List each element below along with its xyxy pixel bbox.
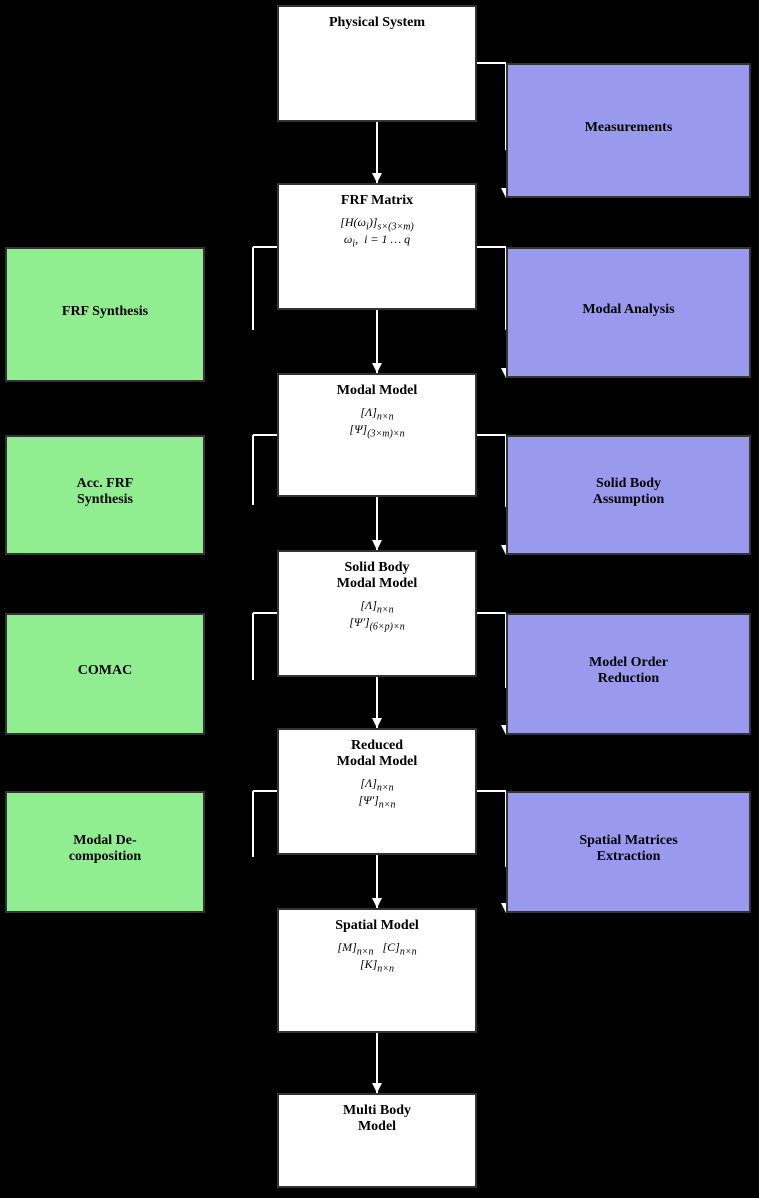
modal-analysis-box: Modal Analysis	[506, 247, 751, 378]
modal-model-box: Modal Model [Λ]n×n [Ψ](3×m)×n	[277, 373, 477, 497]
diagram: Physical System FRF Matrix [H(ωi)]s×(3×m…	[0, 0, 759, 1198]
spatial-model-title: Spatial Model	[289, 918, 465, 934]
spatial-model-formula2: [K]n×n	[289, 957, 465, 974]
frf-matrix-box: FRF Matrix [H(ωi)]s×(3×m) ωi, i = 1 … q	[277, 183, 477, 310]
solid-body-assumption-title: Solid BodyAssumption	[593, 476, 665, 508]
acc-frf-synthesis-title: Acc. FRFSynthesis	[77, 476, 134, 508]
physical-system-title: Physical System	[289, 15, 465, 31]
physical-system-box: Physical System	[277, 5, 477, 122]
frf-matrix-formula1: [H(ωi)]s×(3×m)	[289, 215, 465, 232]
spatial-matrices-extraction-box: Spatial MatricesExtraction	[506, 791, 751, 913]
model-order-reduction-box: Model OrderReduction	[506, 613, 751, 735]
reduced-modal-model-formula1: [Λ]n×n	[289, 776, 465, 793]
modal-model-formula2: [Ψ](3×m)×n	[289, 422, 465, 439]
reduced-modal-model-title: ReducedModal Model	[289, 738, 465, 770]
multi-body-model-title: Multi BodyModel	[289, 1103, 465, 1135]
frf-synthesis-box: FRF Synthesis	[5, 247, 205, 382]
measurements-title: Measurements	[585, 120, 673, 136]
multi-body-model-box: Multi BodyModel	[277, 1093, 477, 1188]
frf-matrix-title: FRF Matrix	[289, 193, 465, 209]
reduced-modal-model-formula2: [Ψ']n×n	[289, 793, 465, 810]
frf-matrix-formula2: ωi, i = 1 … q	[289, 232, 465, 249]
reduced-modal-model-box: ReducedModal Model [Λ]n×n [Ψ']n×n	[277, 728, 477, 855]
modal-model-formula1: [Λ]n×n	[289, 405, 465, 422]
spatial-model-formula1: [M]n×n [C]n×n	[289, 940, 465, 957]
comac-box: COMAC	[5, 613, 205, 735]
solid-body-modal-model-box: Solid BodyModal Model [Λ]n×n [Ψ'](6×p)×n	[277, 550, 477, 677]
modal-model-title: Modal Model	[289, 383, 465, 399]
frf-synthesis-title: FRF Synthesis	[62, 304, 148, 320]
spatial-matrices-extraction-title: Spatial MatricesExtraction	[579, 833, 677, 865]
spatial-model-box: Spatial Model [M]n×n [C]n×n [K]n×n	[277, 908, 477, 1033]
solid-body-assumption-box: Solid BodyAssumption	[506, 435, 751, 555]
modal-decomposition-box: Modal De-composition	[5, 791, 205, 913]
solid-body-modal-model-title: Solid BodyModal Model	[289, 560, 465, 592]
solid-body-modal-model-formula1: [Λ]n×n	[289, 598, 465, 615]
model-order-reduction-title: Model OrderReduction	[589, 655, 668, 687]
measurements-box: Measurements	[506, 63, 751, 198]
solid-body-modal-model-formula2: [Ψ'](6×p)×n	[289, 615, 465, 632]
acc-frf-synthesis-box: Acc. FRFSynthesis	[5, 435, 205, 555]
modal-decomposition-title: Modal De-composition	[69, 833, 141, 865]
comac-title: COMAC	[78, 663, 132, 679]
modal-analysis-title: Modal Analysis	[582, 302, 674, 318]
